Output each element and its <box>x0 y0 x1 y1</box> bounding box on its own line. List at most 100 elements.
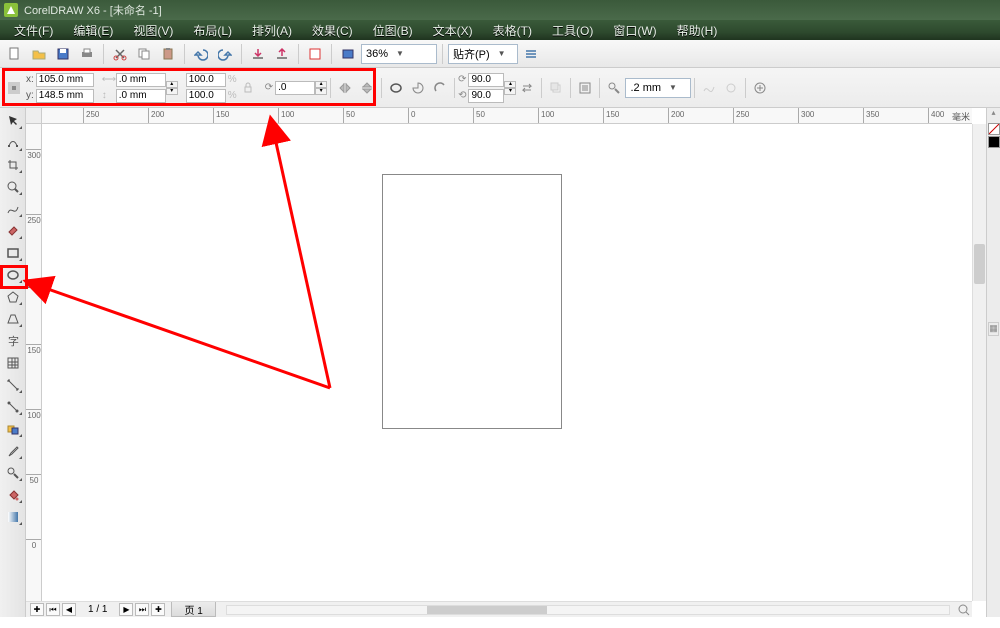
ruler-tick-h: 150 <box>603 108 619 124</box>
crop-tool[interactable] <box>2 154 24 175</box>
freehand-tool[interactable] <box>2 198 24 219</box>
size-spinner[interactable]: ▴▾ <box>166 81 178 95</box>
print-button[interactable] <box>76 43 98 65</box>
shape-tool[interactable] <box>2 132 24 153</box>
swap-direction-button[interactable] <box>516 77 538 99</box>
scrollbar-vertical[interactable] <box>972 124 986 601</box>
ruler-corner[interactable] <box>26 108 42 124</box>
height-input[interactable] <box>116 89 166 103</box>
color-palette[interactable]: ▴ ▦ <box>986 108 1000 617</box>
undo-button[interactable] <box>190 43 212 65</box>
zoom-tool[interactable] <box>2 176 24 197</box>
menubar: 文件(F) 编辑(E) 视图(V) 布局(L) 排列(A) 效果(C) 位图(B… <box>0 20 1000 40</box>
add-page-button[interactable]: ✚ <box>30 603 44 616</box>
options-button[interactable] <box>520 43 542 65</box>
prev-page-button[interactable]: ◀ <box>62 603 76 616</box>
menu-arrange[interactable]: 排列(A) <box>242 22 302 39</box>
arc-mode-button[interactable] <box>429 77 451 99</box>
ruler-vertical[interactable]: 300250200150100500 <box>26 124 42 601</box>
new-button[interactable] <box>4 43 26 65</box>
paste-button[interactable] <box>157 43 179 65</box>
menu-edit[interactable]: 编辑(E) <box>63 22 123 39</box>
dup-spinner[interactable]: ▴▾ <box>504 81 516 95</box>
wrap-text-button[interactable] <box>574 77 596 99</box>
eyedropper-tool[interactable] <box>2 440 24 461</box>
ruler-unit-label: 毫米 <box>952 110 970 123</box>
zoom-combo[interactable]: 36%▼ <box>361 44 437 64</box>
menu-window[interactable]: 窗口(W) <box>603 22 666 39</box>
dup-x-input[interactable] <box>468 73 504 87</box>
lock-ratio-button[interactable] <box>237 77 259 99</box>
width-input[interactable] <box>116 73 166 87</box>
outline-tool[interactable] <box>2 462 24 483</box>
ruler-tick-v: 250 <box>26 214 42 225</box>
menu-table[interactable]: 表格(T) <box>483 22 542 39</box>
menu-file[interactable]: 文件(F) <box>4 22 63 39</box>
menu-layout[interactable]: 布局(L) <box>183 22 242 39</box>
scrollbar-horizontal[interactable] <box>226 605 950 615</box>
dup-y-input[interactable] <box>468 89 504 103</box>
page-navigator: ✚ ⏮ ◀ 1 / 1 ▶ ⏭ ✚ 页 1 <box>26 602 220 618</box>
publish-pdf-button[interactable] <box>304 43 326 65</box>
app-icon <box>4 3 18 17</box>
menu-bitmap[interactable]: 位图(B) <box>363 22 423 39</box>
page-tab-1[interactable]: 页 1 <box>171 602 215 617</box>
rotate-input[interactable] <box>275 81 315 95</box>
pos-y-input[interactable] <box>36 89 94 103</box>
fullscreen-button[interactable] <box>337 43 359 65</box>
color-black[interactable] <box>988 136 1000 148</box>
open-button[interactable] <box>28 43 50 65</box>
rotate-spinner[interactable]: ▴▾ <box>315 81 327 95</box>
menu-effects[interactable]: 效果(C) <box>302 22 363 39</box>
first-page-button[interactable]: ⏮ <box>46 603 60 616</box>
interactive-fill-tool[interactable] <box>2 506 24 527</box>
pos-x-input[interactable] <box>36 73 94 87</box>
snap-combo[interactable]: 贴齐(P)▼ <box>448 44 518 64</box>
convert-button[interactable] <box>720 77 742 99</box>
navigator-button[interactable] <box>956 603 972 617</box>
menu-help[interactable]: 帮助(H) <box>667 22 728 39</box>
scale-y-input[interactable] <box>186 89 226 103</box>
import-button[interactable] <box>247 43 269 65</box>
polygon-tool[interactable] <box>2 286 24 307</box>
next-page-button[interactable]: ▶ <box>119 603 133 616</box>
table-tool[interactable] <box>2 352 24 373</box>
copy-button[interactable] <box>133 43 155 65</box>
scroll-thumb-vertical[interactable] <box>974 244 985 284</box>
ellipse-mode-button[interactable] <box>385 77 407 99</box>
last-page-button[interactable]: ⏭ <box>135 603 149 616</box>
export-button[interactable] <box>271 43 293 65</box>
cut-button[interactable] <box>109 43 131 65</box>
prop-origin-icon <box>6 72 22 104</box>
interactive-tool[interactable] <box>2 418 24 439</box>
basic-shapes-tool[interactable] <box>2 308 24 329</box>
menu-text[interactable]: 文本(X) <box>423 22 483 39</box>
text-tool[interactable]: 字 <box>2 330 24 351</box>
color-none[interactable] <box>988 123 1000 135</box>
pick-tool[interactable] <box>2 110 24 131</box>
save-button[interactable] <box>52 43 74 65</box>
add-page-after-button[interactable]: ✚ <box>151 603 165 616</box>
outline-width-combo[interactable]: .2 mm▼ <box>625 78 691 98</box>
redo-button[interactable] <box>214 43 236 65</box>
mirror-h-button[interactable] <box>334 77 356 99</box>
toolbox: 字 <box>0 108 26 617</box>
quick-customize-button[interactable] <box>749 77 771 99</box>
fill-tool[interactable] <box>2 484 24 505</box>
ruler-horizontal[interactable]: 毫米 2502001501005005010015020025030035040… <box>26 108 972 124</box>
ellipse-tool[interactable] <box>2 264 24 285</box>
dup-y-icon: ⟲ <box>458 90 466 101</box>
mirror-v-button[interactable] <box>356 77 378 99</box>
to-curve-button[interactable] <box>698 77 720 99</box>
scroll-thumb-horizontal[interactable] <box>427 606 547 614</box>
menu-tools[interactable]: 工具(O) <box>542 22 603 39</box>
dimension-tool[interactable] <box>2 374 24 395</box>
rectangle-tool[interactable] <box>2 242 24 263</box>
to-front-button[interactable] <box>545 77 567 99</box>
canvas[interactable] <box>42 124 972 601</box>
menu-view[interactable]: 视图(V) <box>123 22 183 39</box>
smart-fill-tool[interactable] <box>2 220 24 241</box>
pie-mode-button[interactable] <box>407 77 429 99</box>
connector-tool[interactable] <box>2 396 24 417</box>
scale-x-input[interactable] <box>186 73 226 87</box>
